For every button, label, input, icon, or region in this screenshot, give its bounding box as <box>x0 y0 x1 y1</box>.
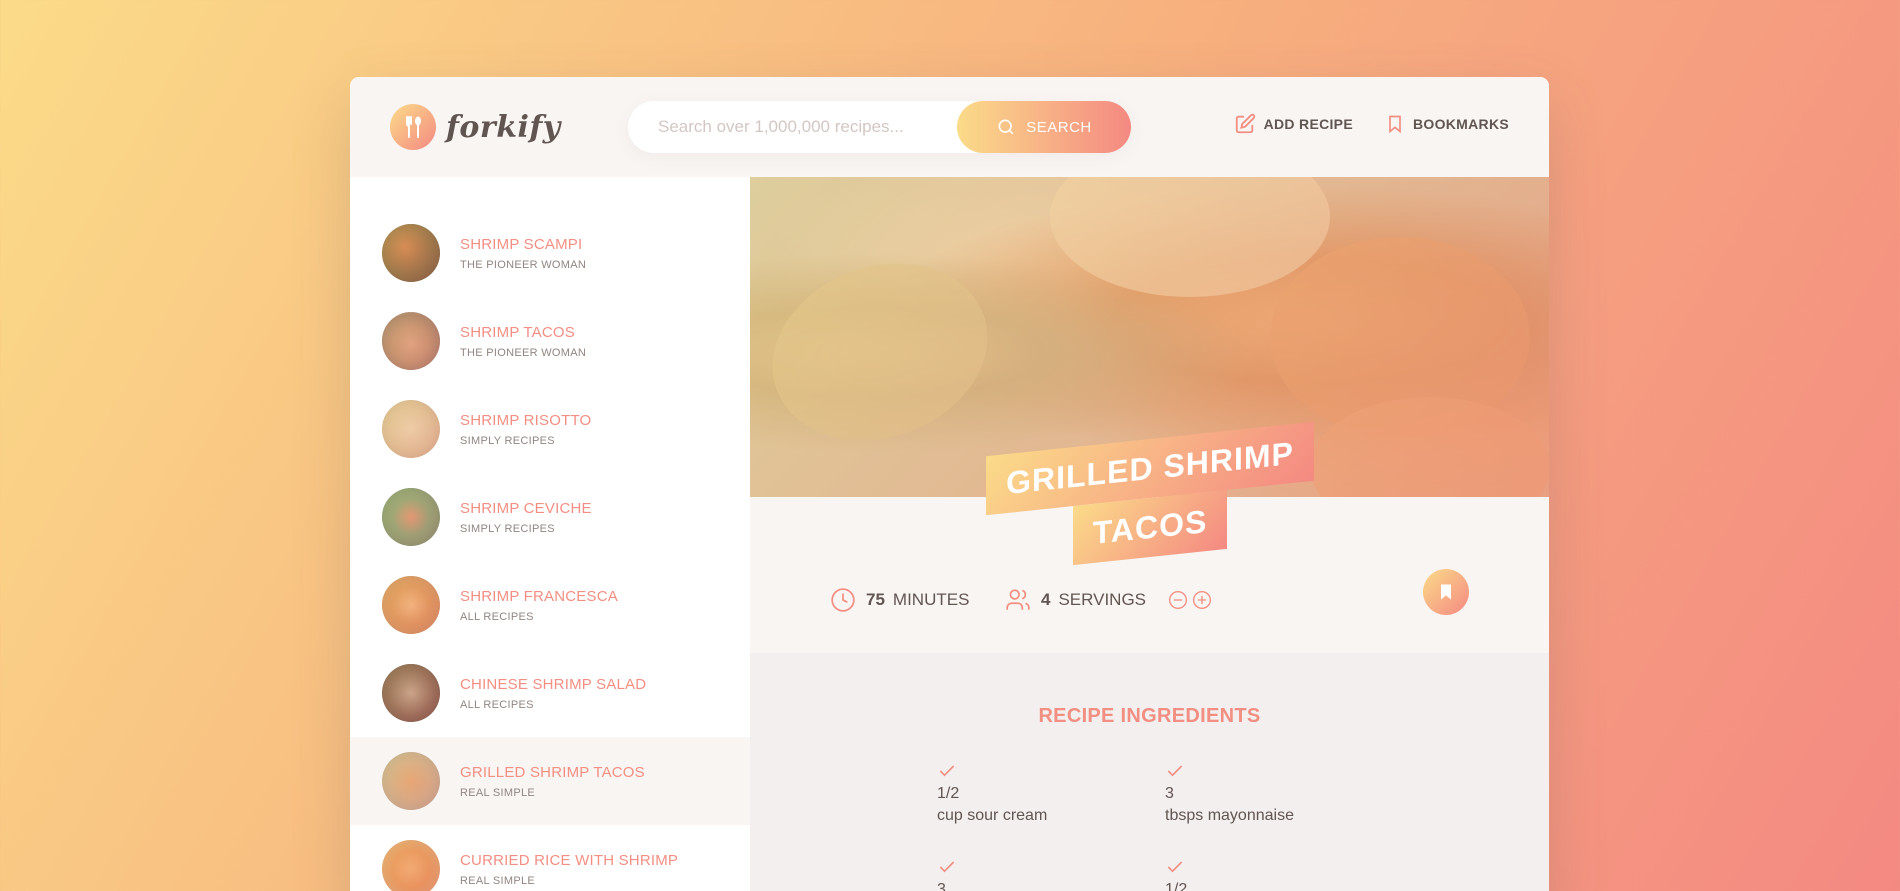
search-button-label: SEARCH <box>1026 118 1092 136</box>
minus-circle-icon <box>1169 591 1188 609</box>
ingredient-quantity: 1/2 <box>1165 881 1188 891</box>
edit-icon <box>1235 113 1255 134</box>
header: forkify SEARCH ADD RECIPE BOOKMARKS <box>350 77 1549 177</box>
logo-text: forkify <box>446 109 561 145</box>
result-thumbnail <box>382 224 440 282</box>
ingredient-item: 1/2 <box>1165 857 1365 891</box>
users-icon <box>1006 589 1030 610</box>
result-publisher: THE PIONEER WOMAN <box>460 258 587 271</box>
ingredient-quantity: 3 <box>937 881 946 891</box>
result-title: GRILLED SHRIMP TACOS <box>460 763 645 781</box>
result-thumbnail <box>382 664 440 722</box>
result-publisher: REAL SIMPLE <box>460 874 536 887</box>
minutes-value: 75 <box>866 590 885 609</box>
result-title: SHRIMP SCAMPI <box>460 235 583 253</box>
recipe-view: GRILLED SHRIMP TACOS 75 MINUTES 4 SERVIN… <box>750 177 1549 891</box>
ingredient-item: 3 <box>937 857 1137 891</box>
result-item[interactable]: CHINESE SHRIMP SALAD ALL RECIPES <box>350 649 750 737</box>
ingredients-heading: RECIPE INGREDIENTS <box>1038 705 1261 727</box>
result-title: SHRIMP FRANCESCA <box>460 587 618 605</box>
ingredient-item: 3 tbsps mayonnaise <box>1165 761 1365 825</box>
check-icon <box>1167 765 1183 777</box>
clock-icon <box>831 588 855 612</box>
result-publisher: ALL RECIPES <box>460 610 534 623</box>
result-thumbnail <box>382 488 440 546</box>
result-title: SHRIMP TACOS <box>460 323 575 341</box>
add-recipe-label: ADD RECIPE <box>1263 116 1353 132</box>
result-thumbnail <box>382 576 440 634</box>
plus-circle-icon <box>1193 591 1212 609</box>
app-container: forkify SEARCH ADD RECIPE BOOKMARKS <box>350 77 1549 891</box>
bookmark-filled-icon <box>1441 584 1451 600</box>
result-item[interactable]: SHRIMP CEVICHE SIMPLY RECIPES <box>350 473 750 561</box>
result-item[interactable]: SHRIMP TACOS THE PIONEER WOMAN <box>350 297 750 385</box>
servings-label: SERVINGS <box>1058 590 1147 609</box>
result-publisher: SIMPLY RECIPES <box>460 522 555 535</box>
search-button[interactable]: SEARCH <box>957 101 1131 153</box>
bookmarks-button[interactable]: BOOKMARKS <box>1385 113 1509 135</box>
result-thumbnail <box>382 400 440 458</box>
search-input[interactable] <box>658 117 968 137</box>
result-title: CHINESE SHRIMP SALAD <box>460 675 647 693</box>
result-title: SHRIMP CEVICHE <box>460 499 592 517</box>
check-icon <box>939 861 955 873</box>
result-item[interactable]: SHRIMP RISOTTO SIMPLY RECIPES <box>350 385 750 473</box>
result-item[interactable]: SHRIMP SCAMPI THE PIONEER WOMAN <box>350 209 750 297</box>
minutes-label: MINUTES <box>892 590 970 609</box>
result-publisher: ALL RECIPES <box>460 698 534 711</box>
result-publisher: REAL SIMPLE <box>460 786 536 799</box>
increase-servings-button[interactable] <box>1192 590 1212 610</box>
search-results: SHRIMP SCAMPI THE PIONEER WOMAN SHRIMP T… <box>350 177 750 891</box>
bookmark-button[interactable] <box>1423 569 1469 615</box>
check-icon <box>939 765 955 777</box>
ingredients-section: RECIPE INGREDIENTS 1/2 cup sour cream 3 … <box>750 653 1549 891</box>
ingredient-quantity: 3 <box>1165 785 1174 802</box>
ingredient-description: tbsps mayonnaise <box>1165 807 1294 824</box>
search-icon <box>998 119 1014 135</box>
result-title: SHRIMP RISOTTO <box>460 411 592 429</box>
fork-spoon-icon <box>390 104 436 150</box>
result-title: CURRIED RICE WITH SHRIMP <box>460 851 679 869</box>
result-item[interactable]: CURRIED RICE WITH SHRIMP REAL SIMPLE <box>350 825 750 891</box>
ingredient-item: 1/2 cup sour cream <box>937 761 1137 825</box>
result-thumbnail <box>382 312 440 370</box>
bookmarks-label: BOOKMARKS <box>1412 116 1509 132</box>
check-icon <box>1167 861 1183 873</box>
result-thumbnail <box>382 840 440 891</box>
logo[interactable]: forkify <box>390 104 561 150</box>
search-form: SEARCH <box>628 101 1131 153</box>
servings: 4 SERVINGS <box>1005 587 1212 613</box>
ingredient-quantity: 1/2 <box>937 785 960 802</box>
result-publisher: THE PIONEER WOMAN <box>460 346 587 359</box>
result-item-active[interactable]: GRILLED SHRIMP TACOS REAL SIMPLE <box>350 737 750 825</box>
ingredient-description: cup sour cream <box>937 807 1048 824</box>
result-thumbnail <box>382 752 440 810</box>
bookmark-icon <box>1389 115 1401 134</box>
cooking-time: 75 MINUTES <box>830 587 969 613</box>
add-recipe-button[interactable]: ADD RECIPE <box>1234 113 1353 135</box>
nav: ADD RECIPE BOOKMARKS <box>1234 113 1509 135</box>
servings-value: 4 <box>1041 590 1051 609</box>
result-item[interactable]: SHRIMP FRANCESCA ALL RECIPES <box>350 561 750 649</box>
decrease-servings-button[interactable] <box>1168 590 1188 610</box>
result-publisher: SIMPLY RECIPES <box>460 434 555 447</box>
